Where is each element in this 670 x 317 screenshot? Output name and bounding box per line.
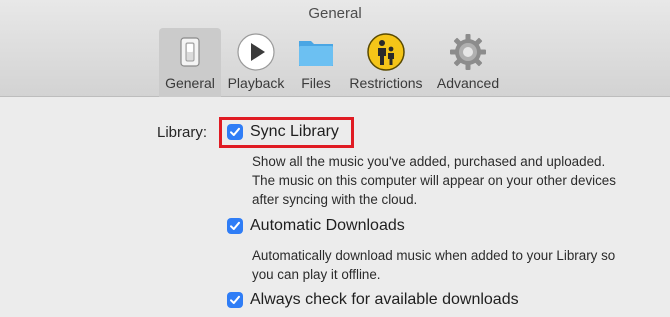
tab-restrictions[interactable]: Restrictions xyxy=(344,28,428,97)
preferences-toolbar: General General Playback Files Restricti… xyxy=(0,0,670,97)
always-check-downloads-label: Always check for available downloads xyxy=(250,291,519,308)
folder-icon xyxy=(296,32,336,72)
automatic-downloads-label: Automatic Downloads xyxy=(250,217,405,234)
always-check-downloads-checkbox[interactable] xyxy=(227,292,243,308)
play-icon xyxy=(236,32,276,72)
tab-label: Advanced xyxy=(436,75,500,91)
tab-files[interactable]: Files xyxy=(293,28,339,97)
restrictions-icon xyxy=(366,32,406,72)
tab-label: General xyxy=(165,75,215,91)
tab-label: Restrictions xyxy=(349,75,423,91)
tab-playback[interactable]: Playback xyxy=(223,28,289,97)
checkmark-icon xyxy=(230,221,240,230)
automatic-downloads-description: Automatically download music when added … xyxy=(252,248,616,282)
tab-label: Playback xyxy=(227,75,285,91)
window-title: General xyxy=(308,5,362,22)
switch-icon xyxy=(170,32,210,72)
tab-label: Files xyxy=(301,75,331,91)
general-settings-pane: Library: Sync Library Show all the music… xyxy=(0,97,670,317)
automatic-downloads-checkbox[interactable] xyxy=(227,218,243,234)
library-label: Library: xyxy=(157,124,208,141)
tab-advanced[interactable]: Advanced xyxy=(433,28,503,97)
tab-general[interactable]: General xyxy=(159,28,221,97)
sync-library-description: Show all the music you've added, purchas… xyxy=(252,154,616,207)
checkmark-icon xyxy=(230,295,240,304)
sync-library-highlight-box xyxy=(219,117,354,148)
gear-icon xyxy=(448,32,488,72)
